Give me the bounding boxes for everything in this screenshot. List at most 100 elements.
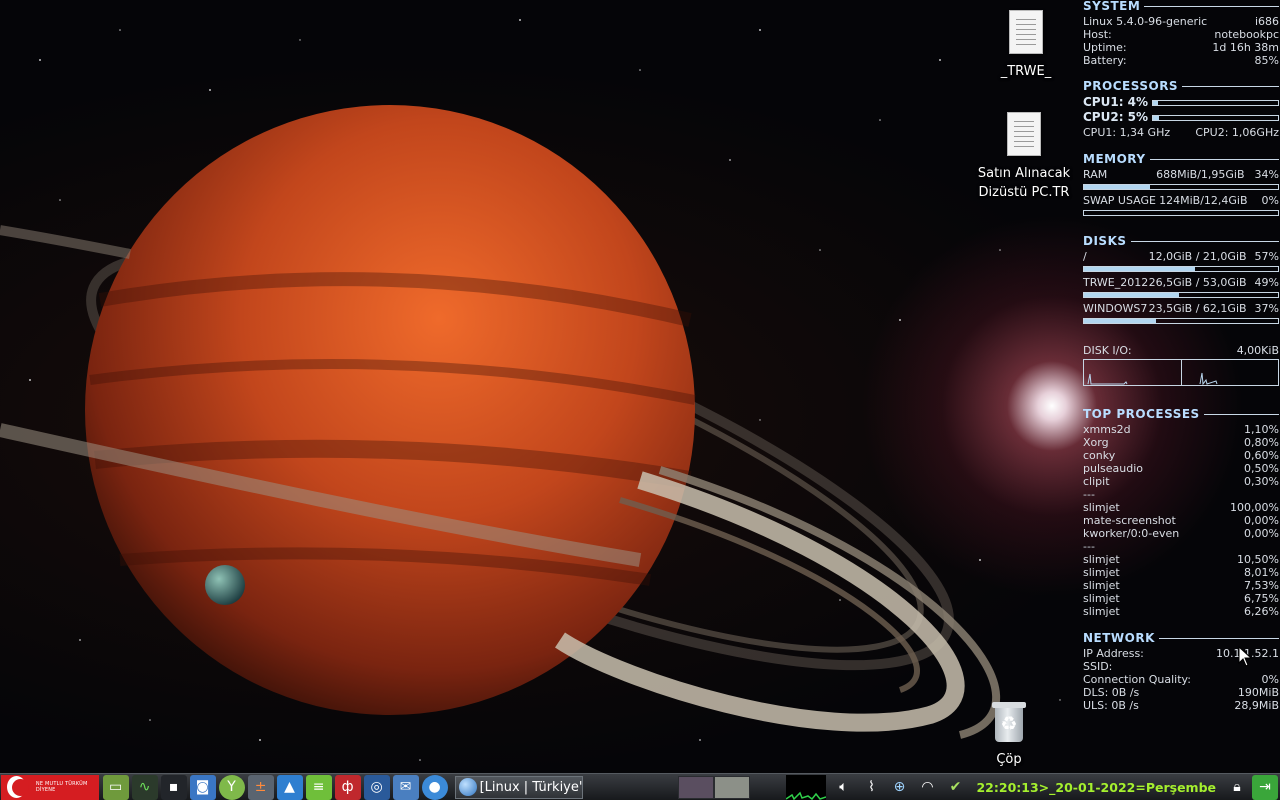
workspace-pager [678, 775, 751, 799]
process-value: 0,00% [1244, 514, 1279, 527]
system-tray: 🔈︎ ⌇ ⊕ ◠ ✔ [830, 775, 970, 800]
workspace-2[interactable] [714, 775, 751, 799]
network-monitor-graph [786, 774, 827, 800]
process-name: slimjet [1083, 553, 1120, 566]
arch-value: i686 [1254, 15, 1279, 28]
disk-io-label: DISK I/O: [1083, 344, 1132, 357]
upload-label: ULS: 0B /s [1083, 699, 1139, 712]
disk-usage: 23,5GiB / 62,1GiB [1148, 302, 1247, 315]
process-row: xmms2d 1,10% [1083, 423, 1279, 436]
disk-bar [1083, 292, 1279, 298]
cherry-icon[interactable]: ф [334, 774, 361, 800]
kernel-row: Linux 5.4.0-96-generic i686 [1083, 15, 1279, 28]
top-processes-mem: slimjet 100,00% mate-screenshot 0,00% kworke… [1083, 501, 1279, 540]
top-processes-cpu: xmms2d 1,10% Xorg 0,80% conky 0,60% pulseaudio… [1083, 423, 1279, 488]
process-name: pulseaudio [1083, 462, 1143, 475]
volume-icon[interactable]: 🔈︎ [830, 775, 856, 800]
process-value: 1,10% [1244, 423, 1279, 436]
top-processes-io: slimjet 10,50% slimjet 8,01% slimjet 7,53% sli… [1083, 553, 1279, 618]
process-value: 0,30% [1244, 475, 1279, 488]
process-name: mate-screenshot [1083, 514, 1176, 527]
desktop-icon-label: Çöp [996, 752, 1022, 767]
workspace-1[interactable] [678, 775, 715, 799]
quality-value: 0% [1261, 673, 1279, 686]
process-value: 100,00% [1230, 501, 1279, 514]
terminal-icon[interactable]: ▪ [160, 774, 187, 800]
process-row: slimjet 6,26% [1083, 605, 1279, 618]
swap-bar [1083, 210, 1279, 216]
cpu1-usage: CPU1: 4% [1083, 95, 1149, 109]
process-value: 6,75% [1244, 592, 1279, 605]
process-value: 8,01% [1244, 566, 1279, 579]
taskbar: NE MUTLU TÜRKÜM DİYENE ▭ ∿ ▪ ◙ Y ± ▲ ≡ ф… [0, 773, 1280, 800]
arch-icon[interactable]: ▲ [276, 774, 303, 800]
system-monitor-icon[interactable]: ∿ [131, 774, 158, 800]
process-row: slimjet 10,50% [1083, 553, 1279, 566]
launcher-bar: ▭ ∿ ▪ ◙ Y ± ▲ ≡ ф ◎ ✉ ● [102, 774, 451, 800]
section-header-system: SYSTEM [1083, 0, 1279, 13]
section-header-memory: MEMORY [1083, 153, 1279, 166]
process-name: conky [1083, 449, 1116, 462]
disk-percent: 37% [1254, 302, 1279, 315]
ram-value: 688MiB/1,95GiB [1156, 168, 1245, 181]
network-manager-icon[interactable]: ⊕ [886, 775, 912, 800]
clock[interactable]: 22:20:13>_20-01-2022=Perşembe [976, 780, 1216, 795]
folder-icon[interactable]: ▭ [102, 774, 129, 800]
cpu-freq-row: CPU1: 1,34 GHz CPU2: 1,06GHz [1083, 126, 1279, 139]
ram-bar [1083, 184, 1279, 190]
desktop-icon-label: Satın Alınacak Dizüstü PC.TR [977, 166, 1071, 200]
desktop-file-satin-alinacak[interactable]: Satın Alınacak Dizüstü PC.TR [972, 112, 1076, 202]
process-row: clipit 0,30% [1083, 475, 1279, 488]
ram-label: RAM [1083, 168, 1108, 181]
uptime-value: 1d 16h 38m [1212, 41, 1279, 54]
task-browser-window[interactable]: [Linux | Türkiye'nin ... [454, 775, 584, 799]
section-header-network: NETWORK [1083, 632, 1279, 645]
download-label: DLS: 0B /s [1083, 686, 1140, 699]
host-row: Host: notebookpc [1083, 28, 1279, 41]
disk-bar [1083, 318, 1279, 324]
browser-icon[interactable]: ● [421, 774, 448, 800]
ip-label: IP Address: [1083, 647, 1144, 660]
disk-list: /12,0GiB / 21,0GiB 57% TRWE_2012 26,5GiB / … [1083, 250, 1279, 324]
process-value: 0,00% [1244, 527, 1279, 540]
wifi-icon[interactable]: ◠ [914, 775, 940, 800]
cpu2-freq: CPU2: 1,06GHz [1195, 126, 1279, 139]
exit-icon[interactable]: ⇥ [1252, 774, 1278, 800]
guake-icon[interactable]: Y [218, 774, 245, 800]
turkish-flag-button[interactable]: NE MUTLU TÜRKÜM DİYENE [1, 774, 99, 800]
globe-icon [458, 778, 477, 796]
process-value: 7,53% [1244, 579, 1279, 592]
shield-icon[interactable]: ✔ [942, 775, 968, 800]
mail-icon[interactable]: ✉ [392, 774, 419, 800]
quality-row: Connection Quality: 0% [1083, 673, 1279, 686]
process-row: slimjet 6,75% [1083, 592, 1279, 605]
bar-fill [1084, 319, 1156, 323]
notes-icon[interactable]: ≡ [305, 774, 332, 800]
bar-fill [1153, 100, 1159, 105]
ram-row: RAM 688MiB/1,95GiB 34% [1083, 168, 1279, 181]
lock-icon[interactable]: 🔒︎ [1224, 775, 1250, 800]
battery-value: 85% [1254, 54, 1279, 67]
screenshot-icon[interactable]: ◙ [189, 774, 216, 800]
process-value: 6,26% [1244, 605, 1279, 618]
desktop-file-trwe[interactable]: _TRWE_ [996, 10, 1056, 81]
crescent-icon [7, 776, 29, 798]
calculator-icon[interactable]: ± [247, 774, 274, 800]
bar-fill [1084, 185, 1150, 189]
clipboard-icon[interactable]: ⌇ [858, 775, 884, 800]
disk-name: TRWE_2012 [1083, 276, 1149, 289]
swap-label: SWAP USAGE [1083, 194, 1156, 207]
trash-icon: ♻ [992, 702, 1026, 742]
mouse-cursor-icon [1238, 646, 1252, 667]
disk-icon[interactable]: ◎ [363, 774, 390, 800]
desktop-trash[interactable]: ♻ Çöp [980, 702, 1038, 769]
process-value: 0,80% [1244, 436, 1279, 449]
process-row: mate-screenshot 0,00% [1083, 514, 1279, 527]
session-tray: 🔒︎ ⇥ [1224, 774, 1280, 800]
disk-row: WINDOWS7 23,5GiB / 62,1GiB 37% [1083, 302, 1279, 315]
disk-percent: 49% [1254, 276, 1279, 289]
cpu2-bar [1152, 114, 1279, 121]
battery-label: Battery: [1083, 54, 1127, 67]
ram-percent: 34% [1254, 168, 1279, 181]
host-value: notebookpc [1214, 28, 1279, 41]
